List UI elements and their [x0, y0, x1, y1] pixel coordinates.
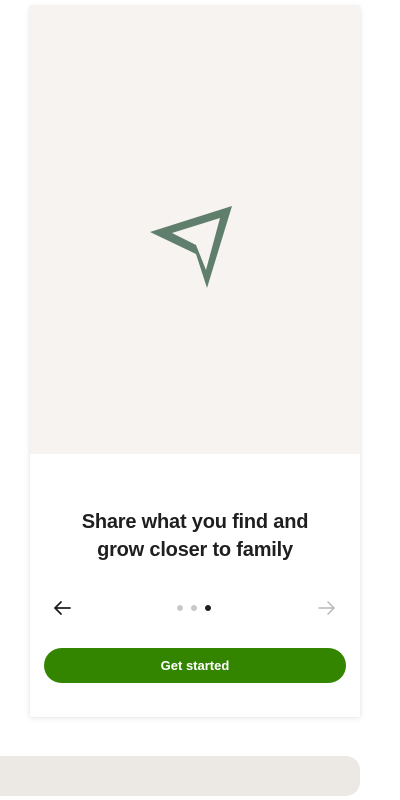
pagination-dot-1[interactable]: [177, 605, 183, 611]
hero-illustration-area: [30, 6, 360, 454]
carousel-navigation: [30, 596, 360, 620]
onboarding-card: Share what you find and grow closer to f…: [30, 6, 360, 717]
navigation-arrow-icon: [150, 206, 232, 288]
previous-slide-button[interactable]: [50, 596, 74, 620]
pagination-dots: [177, 605, 213, 611]
headline-line-2: grow closer to family: [97, 539, 293, 561]
arrow-left-icon: [54, 601, 71, 615]
next-slide-button[interactable]: [315, 596, 339, 620]
onboarding-headline: Share what you find and grow closer to f…: [30, 508, 360, 564]
headline-line-1: Share what you find and: [81, 511, 309, 533]
pagination-dot-2[interactable]: [191, 605, 197, 611]
get-started-button[interactable]: Get started: [44, 648, 346, 683]
bottom-bar: [0, 756, 360, 796]
pagination-dot-3-active[interactable]: [205, 605, 211, 611]
onboarding-page: Share what you find and grow closer to f…: [0, 0, 400, 800]
arrow-right-icon: [318, 601, 335, 615]
